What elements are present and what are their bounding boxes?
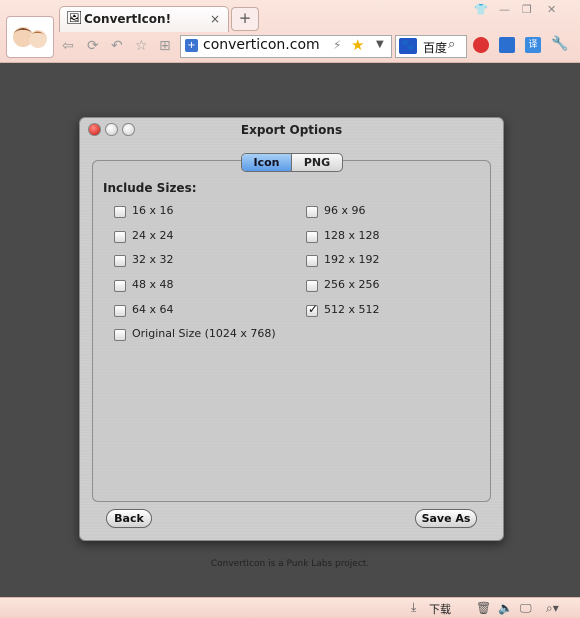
size-label: 96 x 96 (324, 204, 366, 217)
dialog-title: Export Options (240, 123, 343, 137)
download-icon[interactable]: ⤓ (411, 600, 416, 615)
minimize-icon[interactable]: — (499, 3, 510, 16)
browser-toolbar: 🖼 ConvertIcon! × + 👕 — ❐ ✕ ⇦ ⟳ ↶ ☆ ⊞ + c… (0, 0, 580, 63)
checkmark-icon: ✓ (308, 302, 319, 316)
include-sizes-label: Include Sizes: (103, 181, 197, 195)
size-label: 24 x 24 (132, 229, 174, 242)
export-options-dialog: Export Options Icon PNG Include Sizes: 1… (79, 117, 504, 541)
avatar-icon (12, 27, 47, 48)
checkbox[interactable] (306, 280, 318, 292)
size-label: 256 x 256 (324, 278, 380, 291)
address-bar[interactable]: + converticon.com ⚡ ★ ▼ (180, 35, 392, 58)
close-window-icon[interactable]: ✕ (547, 3, 556, 16)
search-icon[interactable]: ⌕ (448, 37, 455, 52)
checkbox[interactable] (306, 206, 318, 218)
shirt-icon[interactable]: 👕 (474, 3, 488, 16)
tab-icon[interactable]: Icon (242, 154, 292, 171)
size-label: 64 x 64 (132, 303, 174, 316)
browser-status-bar: ⤓ 下载 🗑 🔈 🖵 ⌕▾ (0, 597, 580, 618)
browser-tab[interactable]: 🖼 ConvertIcon! × (59, 6, 229, 32)
size-label: 512 x 512 (324, 303, 380, 316)
footer-text: ConvertIcon is a Punk Labs project. (210, 559, 370, 569)
screen-icon[interactable]: 🖵 (520, 601, 532, 616)
checkbox[interactable] (114, 231, 126, 243)
bookmark-star-icon[interactable]: ★ (351, 36, 364, 54)
format-segmented-control: Icon PNG (241, 153, 343, 172)
security-shield-icon: + (185, 39, 198, 52)
apps-grid-icon[interactable]: ⊞ (159, 38, 171, 54)
size-label: Original Size (1024 x 768) (132, 327, 276, 340)
lightning-icon[interactable]: ⚡ (333, 38, 341, 52)
back-nav-icon[interactable]: ⇦ (62, 38, 74, 54)
checkbox-checked[interactable]: ✓ (306, 302, 319, 317)
zoom-icon[interactable]: ⌕▾ (546, 601, 559, 616)
restore-icon[interactable]: ❐ (522, 3, 532, 16)
size-label: 192 x 192 (324, 253, 380, 266)
extension-red-icon[interactable] (473, 37, 489, 53)
size-label: 48 x 48 (132, 278, 174, 291)
size-label: 16 x 16 (132, 204, 174, 217)
extension-screen-icon[interactable] (499, 37, 515, 53)
tab-close-button[interactable]: × (210, 12, 220, 26)
tab-title: ConvertIcon! (84, 12, 172, 26)
checkbox[interactable] (114, 280, 126, 292)
dropdown-arrow-icon[interactable]: ▼ (376, 39, 384, 50)
download-label[interactable]: 下载 (429, 601, 451, 617)
search-engine-text: 百度 (423, 41, 448, 55)
search-box[interactable]: 🐾 百度 ⌕ (395, 35, 467, 58)
back-button[interactable]: Back (106, 509, 152, 528)
undo-icon[interactable]: ↶ (111, 38, 123, 54)
reload-icon[interactable]: ⟳ (87, 38, 99, 54)
checkbox[interactable] (306, 231, 318, 243)
checkbox[interactable] (114, 255, 126, 267)
translate-icon[interactable]: 译 (525, 37, 541, 53)
trash-icon[interactable]: 🗑 (476, 601, 491, 615)
baidu-paw-icon: 🐾 (399, 38, 417, 54)
browser-avatar[interactable] (6, 16, 54, 58)
checkbox[interactable] (114, 329, 126, 341)
checkbox[interactable] (306, 255, 318, 267)
size-label: 128 x 128 (324, 229, 380, 242)
wrench-icon[interactable]: 🔧 (551, 36, 568, 52)
tab-png[interactable]: PNG (292, 154, 342, 171)
address-text[interactable]: converticon.com (203, 37, 320, 53)
volume-icon[interactable]: 🔈 (498, 601, 513, 615)
size-label: 32 x 32 (132, 253, 174, 266)
save-as-button[interactable]: Save As (415, 509, 477, 528)
favorite-star-icon[interactable]: ☆ (135, 38, 148, 54)
new-tab-button[interactable]: + (231, 7, 259, 31)
tab-favicon-icon: 🖼 (66, 11, 83, 26)
checkbox[interactable] (114, 305, 126, 317)
checkbox[interactable] (114, 206, 126, 218)
